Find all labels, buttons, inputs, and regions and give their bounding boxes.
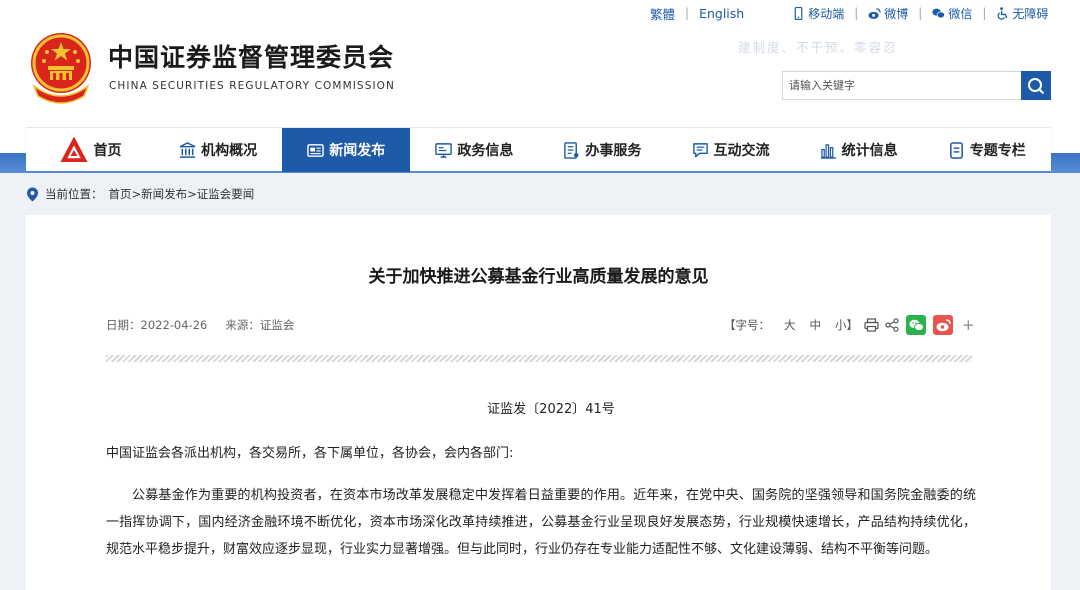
main-nav: 首页 机构概况 新闻发布 政务信息 办事服务 互动交流 统计信息 专题专栏 [26,127,1051,172]
nav-item-services[interactable]: 办事服务 [538,128,666,172]
search-icon [1028,77,1045,94]
search-button[interactable] [1021,71,1051,100]
more-share-icon[interactable]: + [962,316,975,334]
institution-icon [179,141,196,158]
divider: | [982,6,987,20]
chat-icon [692,142,708,157]
search-input[interactable] [782,71,1022,100]
divider: | [854,6,859,20]
breadcrumb-prefix: 当前位置： [45,187,103,201]
document-number: 证监发〔2022〕41号 [487,402,615,417]
national-emblem-icon[interactable] [26,30,96,104]
article-paragraph: 公募基金作为重要的机构投资者，在资本市场改革发展稳定中发挥着日益重要的作用。近年… [106,488,976,557]
nav-item-statistics[interactable]: 统计信息 [795,128,923,172]
traditional-chinese-link[interactable]: 繁體 [650,4,675,23]
article-panel: 关于加快推进公募基金行业高质量发展的意见 日期：2022-04-26 来源：证监… [26,215,1051,590]
wechat-icon [932,8,946,18]
divider: | [918,6,923,20]
print-icon [864,318,879,332]
nav-item-special-column[interactable]: 专题专栏 [923,128,1051,172]
breadcrumb-path[interactable]: 首页>新闻发布>证监会要闻 [109,186,255,202]
mobile-label: 移动端 [808,6,845,21]
nav-label: 新闻发布 [329,143,386,159]
nav-item-government-info[interactable]: 政务信息 [410,128,538,172]
accessibility-label: 无障碍 [1012,6,1049,21]
nav-item-home[interactable]: 首页 [26,128,154,172]
slogan-watermark: 建制度、不干预、零容忍 [738,40,898,55]
nav-item-interaction[interactable]: 互动交流 [666,128,794,172]
csrc-logo-icon [60,136,88,162]
column-icon [949,141,963,159]
location-pin-icon [27,187,38,201]
service-icon [564,141,579,159]
accessibility-link[interactable]: 无障碍 [996,5,1048,22]
article-tools: 【字号： 大 中 小】 + [724,314,975,336]
share-icon [885,318,899,332]
nav-item-news[interactable]: 新闻发布 [282,128,411,172]
article-date: 日期：2022-04-26 [106,318,208,332]
nav-label: 专题专栏 [969,143,1026,159]
weibo-icon [868,7,881,19]
wechat-link[interactable]: 微信 [932,5,972,22]
breadcrumb: 当前位置： 首页>新闻发布>证监会要闻 [26,186,254,202]
font-size-label: 【字号： [724,318,770,332]
article-meta: 日期：2022-04-26 来源：证监会 [106,317,294,333]
print-button[interactable] [864,318,879,332]
site-title-english: CHINA SECURITIES REGULATORY COMMISSION [109,80,395,92]
top-links: 繁體 | English 移动端 | 微博 | 微信 | 无障碍 [650,4,1048,22]
article-source: 来源：证监会 [225,318,295,332]
weibo-icon [936,318,951,331]
site-title[interactable]: 中国证券监督管理委员会 [108,38,394,74]
mobile-icon [794,6,803,20]
monitor-icon [435,142,453,158]
nav-item-institution[interactable]: 机构概况 [154,128,282,172]
nav-label: 机构概况 [201,143,258,159]
font-medium-button[interactable]: 中 [810,317,822,333]
wechat-icon [909,319,924,331]
wechat-label: 微信 [948,6,973,21]
font-small-button[interactable]: 小】 [835,317,858,333]
nav-label: 政务信息 [457,143,514,159]
nav-label: 办事服务 [585,143,642,159]
share-weibo-button[interactable] [933,315,953,335]
nav-label: 统计信息 [841,143,898,159]
share-button[interactable] [885,318,899,332]
stats-icon [820,143,836,159]
divider: | [685,6,690,20]
english-link[interactable]: English [699,6,744,21]
nav-label: 互动交流 [713,143,770,159]
title-divider [106,355,972,362]
mobile-link[interactable]: 移动端 [792,5,844,22]
accessibility-icon [998,6,1008,20]
font-large-button[interactable]: 大 [784,317,796,333]
share-wechat-button[interactable] [906,315,926,335]
article-title: 关于加快推进公募基金行业高质量发展的意见 [368,267,709,287]
nav-label: 首页 [93,143,122,159]
addressee: 中国证监会各派出机构，各交易所，各下属单位，各协会，会内各部门: [106,446,514,461]
weibo-label: 微博 [884,6,909,21]
weibo-link[interactable]: 微博 [868,5,908,22]
news-icon [307,143,324,157]
